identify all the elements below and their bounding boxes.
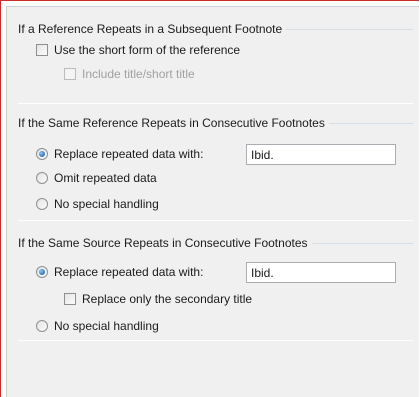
replace-secondary-title-checkbox[interactable] <box>64 293 76 305</box>
include-title-label: Include title/short title <box>82 67 195 81</box>
no-special-handling-radio-option[interactable]: No special handling <box>36 196 159 212</box>
group-title: If the Same Source Repeats in Consecutiv… <box>18 236 312 250</box>
source-replace-repeated-data-radio[interactable] <box>36 266 48 278</box>
source-replace-repeated-data-label: Replace repeated data with: <box>54 265 204 279</box>
group-title: If a Reference Repeats in a Subsequent F… <box>18 22 287 36</box>
replace-secondary-title-option[interactable]: Replace only the secondary title <box>64 291 252 307</box>
replace-repeated-data-label: Replace repeated data with: <box>54 147 204 161</box>
source-no-special-handling-radio-option[interactable]: No special handling <box>36 318 159 334</box>
no-special-handling-label: No special handling <box>54 197 159 211</box>
omit-repeated-data-radio[interactable] <box>36 172 48 184</box>
source-replace-repeated-data-input[interactable] <box>246 262 396 283</box>
replace-repeated-data-radio-option[interactable]: Replace repeated data with: <box>36 146 203 162</box>
source-no-special-handling-label: No special handling <box>54 319 159 333</box>
omit-repeated-data-label: Omit repeated data <box>54 171 157 185</box>
replace-repeated-data-radio[interactable] <box>36 148 48 160</box>
use-short-form-checkbox[interactable] <box>36 44 48 56</box>
use-short-form-label: Use the short form of the reference <box>54 43 241 57</box>
omit-repeated-data-radio-option[interactable]: Omit repeated data <box>36 170 157 186</box>
replace-repeated-data-input[interactable] <box>246 144 396 165</box>
source-replace-repeated-data-radio-option[interactable]: Replace repeated data with: <box>36 264 203 280</box>
group-title: If the Same Reference Repeats in Consecu… <box>18 116 329 130</box>
no-special-handling-radio[interactable] <box>36 198 48 210</box>
use-short-form-option[interactable]: Use the short form of the reference <box>36 42 240 58</box>
source-no-special-handling-radio[interactable] <box>36 320 48 332</box>
include-title-checkbox <box>64 68 76 80</box>
replace-secondary-title-label: Replace only the secondary title <box>82 292 253 306</box>
include-title-option: Include title/short title <box>64 66 195 82</box>
